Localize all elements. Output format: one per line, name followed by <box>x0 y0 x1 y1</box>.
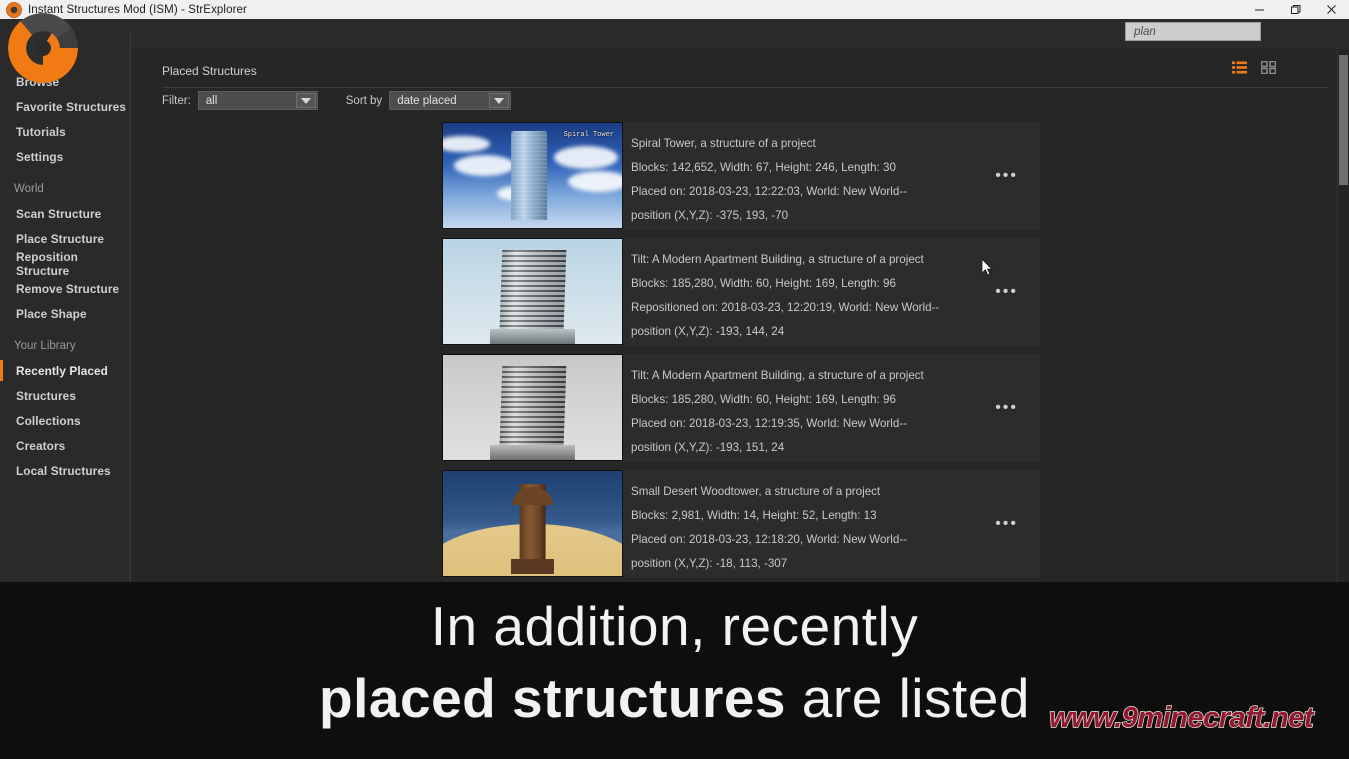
item-stats: Blocks: 185,280, Width: 60, Height: 169,… <box>631 272 1040 296</box>
sidebar-item-place-shape[interactable]: Place Shape <box>0 301 130 326</box>
window-title: Instant Structures Mod (ISM) - StrExplor… <box>28 4 247 16</box>
list-item[interactable]: Tilt: A Modern Apartment Building, a str… <box>442 238 1040 346</box>
list-item[interactable]: Small Desert Woodtower, a structure of a… <box>442 470 1040 578</box>
close-icon[interactable] <box>1313 0 1349 19</box>
item-menu-button[interactable]: ••• <box>995 400 1018 416</box>
item-title: Tilt: A Modern Apartment Building, a str… <box>631 364 1040 388</box>
search-input[interactable]: plan <box>1125 22 1261 41</box>
sort-label: Sort by <box>346 95 382 107</box>
maximize-icon[interactable] <box>1277 0 1313 19</box>
sort-select[interactable]: date placed <box>389 91 511 110</box>
list-item-info: Small Desert Woodtower, a structure of a… <box>623 470 1040 576</box>
item-stats: Blocks: 185,280, Width: 60, Height: 169,… <box>631 388 1040 412</box>
sidebar-item-label: Creators <box>16 439 65 453</box>
mouse-cursor <box>982 259 994 277</box>
item-title: Tilt: A Modern Apartment Building, a str… <box>631 248 1040 272</box>
sidebar-item-remove-structure[interactable]: Remove Structure <box>0 276 130 301</box>
sidebar-item-place-structure[interactable]: Place Structure <box>0 226 130 251</box>
grid-view-icon[interactable] <box>1261 61 1276 74</box>
item-title: Small Desert Woodtower, a structure of a… <box>631 480 1040 504</box>
view-toggle <box>1232 61 1276 74</box>
spiral-tower-thumbnail[interactable]: Spiral Tower <box>442 122 623 229</box>
filter-bar: Filter: all Sort by date placed <box>162 91 511 110</box>
list-item[interactable]: Tilt: A Modern Apartment Building, a str… <box>442 354 1040 462</box>
item-menu-button[interactable]: ••• <box>995 284 1018 300</box>
sidebar-item-creators[interactable]: Creators <box>0 433 130 458</box>
chevron-down-icon[interactable] <box>296 93 316 108</box>
title-bar: Instant Structures Mod (ISM) - StrExplor… <box>0 0 1349 19</box>
sidebar-item-label: Remove Structure <box>16 282 119 296</box>
page-title-label: Placed Structures <box>162 64 257 78</box>
thumbnail-caption: Spiral Tower <box>564 131 614 139</box>
item-stats: Blocks: 142,652, Width: 67, Height: 246,… <box>631 156 1040 180</box>
filter-label: Filter: <box>162 95 191 107</box>
sidebar-item-label: Reposition Structure <box>16 250 130 278</box>
sidebar-item-recently-placed[interactable]: Recently Placed <box>0 358 130 383</box>
chevron-down-icon[interactable] <box>489 93 509 108</box>
item-menu-button[interactable]: ••• <box>995 168 1018 184</box>
sidebar-item-structures[interactable]: Structures <box>0 383 130 408</box>
item-position: position (X,Y,Z): -18, 113, -307 <box>631 552 1040 576</box>
sidebar-group-label: World <box>14 183 44 195</box>
item-position: position (X,Y,Z): -193, 144, 24 <box>631 320 1040 344</box>
sidebar-group-label: Your Library <box>14 340 76 352</box>
vertical-scrollbar-thumb[interactable] <box>1339 55 1348 185</box>
sidebar-item-label: Local Structures <box>16 464 111 478</box>
ism-logo-icon <box>6 2 22 18</box>
sidebar-item-label: Settings <box>16 150 63 164</box>
desert-woodtower-thumbnail[interactable] <box>442 470 623 577</box>
item-menu-button[interactable]: ••• <box>995 516 1018 532</box>
minimize-icon[interactable] <box>1241 0 1277 19</box>
item-placed-on: Placed on: 2018-03-23, 12:19:35, World: … <box>631 412 1040 436</box>
site-watermark: www.9minecraft.net <box>1049 702 1313 735</box>
ism-logo-large-inner-icon <box>26 31 60 65</box>
sidebar-item-label: Structures <box>16 389 76 403</box>
filter-select[interactable]: all <box>198 91 318 110</box>
item-position: position (X,Y,Z): -193, 151, 24 <box>631 436 1040 460</box>
modern-apartment-gray-thumbnail[interactable] <box>442 354 623 461</box>
item-placed-on: Placed on: 2018-03-23, 12:22:03, World: … <box>631 180 1040 204</box>
window-controls <box>1241 0 1349 19</box>
sort-value: date placed <box>390 95 456 107</box>
caption-rest: are listed <box>786 667 1030 729</box>
sidebar-group-your-library: Your Library <box>0 334 130 358</box>
list-view-icon[interactable] <box>1232 61 1247 74</box>
sidebar: Browse Favorite Structures Tutorials Set… <box>0 31 131 582</box>
item-placed-on: Placed on: 2018-03-23, 12:18:20, World: … <box>631 528 1040 552</box>
sort-group: Sort by date placed <box>346 91 511 110</box>
sidebar-group-world: World <box>0 177 130 201</box>
sidebar-item-tutorials[interactable]: Tutorials <box>0 119 130 144</box>
page-title: Placed Structures <box>162 62 1328 88</box>
search-placeholder: plan <box>1126 26 1156 38</box>
caption-line-1: In addition, recently <box>0 590 1349 662</box>
main-content: Placed Structures Filter: all <box>131 50 1338 582</box>
ism-strexplorer-window: Instant Structures Mod (ISM) - StrExplor… <box>0 0 1349 759</box>
placed-structures-list: Spiral Tower Spiral Tower, a structure o… <box>442 122 1040 586</box>
filter-value: all <box>199 95 218 107</box>
sidebar-item-label: Favorite Structures <box>16 100 126 114</box>
sidebar-item-settings[interactable]: Settings <box>0 144 130 169</box>
caption-bold: placed structures <box>319 667 786 729</box>
sidebar-item-label: Collections <box>16 414 81 428</box>
sidebar-item-label: Place Structure <box>16 232 104 246</box>
item-title: Spiral Tower, a structure of a project <box>631 132 1040 156</box>
sidebar-item-scan-structure[interactable]: Scan Structure <box>0 201 130 226</box>
item-repositioned-on: Repositioned on: 2018-03-23, 12:20:19, W… <box>631 296 1040 320</box>
modern-apartment-thumbnail[interactable] <box>442 238 623 345</box>
caption-overlay: In addition, recently placed structures … <box>0 582 1349 759</box>
sidebar-item-collections[interactable]: Collections <box>0 408 130 433</box>
list-item-info: Tilt: A Modern Apartment Building, a str… <box>623 238 1040 344</box>
item-position: position (X,Y,Z): -375, 193, -70 <box>631 204 1040 228</box>
sidebar-item-favorite-structures[interactable]: Favorite Structures <box>0 94 130 119</box>
item-stats: Blocks: 2,981, Width: 14, Height: 52, Le… <box>631 504 1040 528</box>
sidebar-item-label: Tutorials <box>16 125 66 139</box>
sidebar-item-label: Scan Structure <box>16 207 101 221</box>
list-item[interactable]: Spiral Tower Spiral Tower, a structure o… <box>442 122 1040 230</box>
sidebar-item-label: Place Shape <box>16 307 87 321</box>
sidebar-item-reposition-structure[interactable]: Reposition Structure <box>0 251 130 276</box>
sidebar-item-local-structures[interactable]: Local Structures <box>0 458 130 483</box>
list-item-info: Spiral Tower, a structure of a project B… <box>623 122 1040 228</box>
list-item-info: Tilt: A Modern Apartment Building, a str… <box>623 354 1040 460</box>
sidebar-item-label: Recently Placed <box>16 364 108 378</box>
